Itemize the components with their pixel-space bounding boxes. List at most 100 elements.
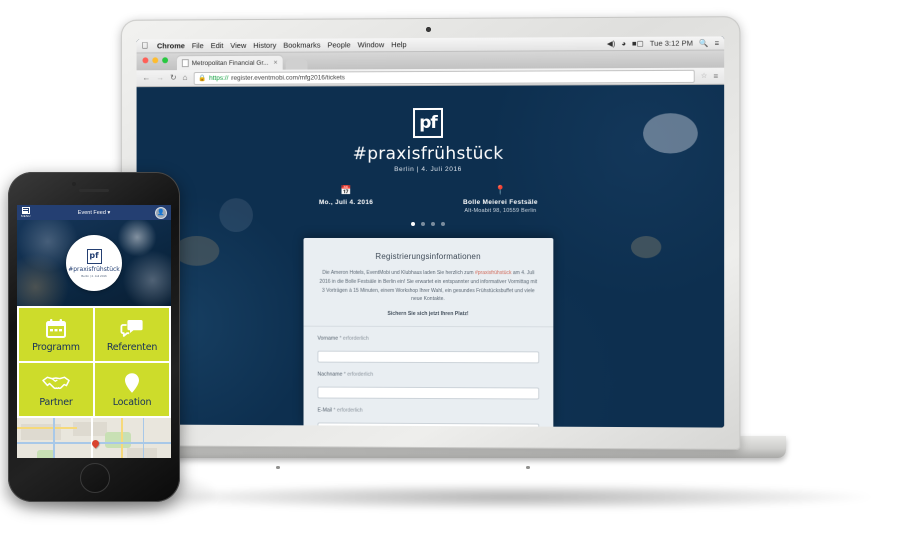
close-window-button[interactable] [142, 57, 149, 64]
carousel-dots[interactable] [137, 221, 725, 227]
reload-icon[interactable]: ↻ [170, 73, 177, 82]
menu-item-help[interactable]: Help [391, 40, 406, 49]
volume-icon[interactable]: ◀) [607, 39, 615, 48]
chevron-down-icon: ▾ [107, 209, 111, 216]
handshake-icon [42, 372, 70, 394]
laptop-lid:  Chrome File Edit View History Bookmark… [120, 16, 741, 450]
back-arrow-icon[interactable]: ← [142, 73, 150, 82]
label-vorname: Vorname * erforderlich [317, 335, 369, 342]
phone-device: MENU Event Feed ▾ 👤 pf #praxisfrühstück … [8, 172, 180, 502]
url-path: register.eventmobi.com/mfg2016/tickets [231, 73, 345, 82]
home-icon[interactable]: ⌂ [183, 73, 188, 82]
registration-card: Registrierungsinformationen Die Ameron H… [303, 237, 554, 428]
app-top-bar: MENU Event Feed ▾ 👤 [17, 205, 171, 220]
maximize-window-button[interactable] [162, 57, 169, 64]
laptop-drop-shadow [150, 484, 870, 510]
search-icon[interactable]: 🔍 [699, 39, 708, 48]
address-bar[interactable]: 🔒 https://register.eventmobi.com/mfg2016… [193, 69, 695, 85]
carousel-dot-3[interactable] [430, 221, 435, 226]
event-meta-row: 📅 Mo., Juli 4. 2016 📍 Bolle Meierei Fest… [137, 184, 725, 215]
menu-item-edit[interactable]: Edit [211, 41, 224, 50]
webcam-icon [426, 26, 431, 33]
minimize-window-button[interactable] [152, 57, 159, 64]
menu-item-file[interactable]: File [192, 41, 204, 50]
calendar-icon: 📅 [340, 185, 352, 196]
event-date-block: 📅 Mo., Juli 4. 2016 [318, 185, 374, 214]
event-hero-section: pf #praxisfrühstück Berlin | 4. Juli 201… [136, 84, 725, 428]
battery-icon[interactable]: ■▢ [632, 39, 644, 48]
list-menu-icon[interactable]: ≡ [715, 38, 719, 47]
menu-item-bookmarks[interactable]: Bookmarks [283, 41, 320, 50]
event-logo-text: pf [419, 112, 437, 133]
required-marker-vorname: * erforderlich [339, 335, 369, 342]
app-badge-logo: pf [86, 248, 102, 264]
menu-item-people[interactable]: People [327, 40, 350, 49]
map-pin-marker-icon [91, 438, 101, 449]
registration-heading: Registrierungsinformationen [375, 251, 481, 262]
vorname-input[interactable] [317, 350, 540, 364]
new-tab-button[interactable] [285, 59, 308, 70]
phone-home-button[interactable] [80, 463, 110, 493]
url-scheme: https:// [209, 74, 229, 82]
event-logo: pf [413, 107, 443, 139]
tab-favicon-icon [181, 59, 189, 68]
wifi-icon[interactable]: ◕ [621, 39, 626, 48]
laptop-brand-chin [121, 424, 741, 449]
app-map-preview[interactable] [17, 418, 171, 458]
decor-prop-4 [630, 236, 662, 259]
intro-text-before: Die Ameron Hotels, EventMobi und Klubhau… [322, 269, 475, 277]
laptop-foot-left [276, 466, 280, 469]
event-venue-block: 📍 Bolle Meierei Festsäle Alt-Moabit 98, … [463, 184, 538, 214]
tile-programm[interactable]: Programm [19, 308, 93, 361]
tile-location[interactable]: Location [95, 363, 169, 416]
browser-tab[interactable]: Metropolitan Financial Gr... × [176, 55, 283, 71]
tile-label-programm: Programm [32, 341, 80, 353]
menu-item-history[interactable]: History [253, 41, 276, 50]
menu-item-chrome[interactable]: Chrome [157, 41, 185, 50]
tile-label-referenten: Referenten [106, 341, 158, 353]
nachname-input[interactable] [317, 386, 540, 400]
label-email: E-Mail * erforderlich [317, 407, 363, 414]
event-date-text: Mo., Juli 4. 2016 [318, 199, 374, 207]
carousel-dot-4[interactable] [440, 221, 445, 226]
event-venue-address: Alt-Moabit 98, 10559 Berlin [464, 207, 537, 214]
required-marker-nachname: * erforderlich [343, 371, 374, 378]
carousel-dot-2[interactable] [421, 222, 426, 227]
field-group-vorname: Vorname * erforderlich [317, 335, 540, 364]
field-group-nachname: Nachname * erforderlich [317, 371, 540, 400]
laptop-device:  Chrome File Edit View History Bookmark… [96, 16, 786, 473]
hamburger-menu-icon[interactable]: ≡ [713, 71, 718, 80]
menu-item-view[interactable]: View [230, 41, 246, 50]
decor-prop-1 [173, 235, 220, 266]
tile-partner[interactable]: Partner [19, 363, 93, 416]
app-tile-grid: Programm Referenten Partner Location [17, 306, 171, 418]
laptop-display:  Chrome File Edit View History Bookmark… [136, 36, 725, 428]
forward-arrow-icon[interactable]: → [156, 73, 164, 82]
tab-close-icon[interactable]: × [273, 59, 277, 66]
screen-content:  Chrome File Edit View History Bookmark… [136, 36, 725, 428]
phone-front-camera-icon [72, 182, 76, 186]
map-pin-icon: 📍 [494, 184, 507, 195]
app-title[interactable]: Event Feed ▾ [17, 210, 171, 216]
registration-intro: Die Ameron Hotels, EventMobi und Klubhau… [317, 269, 539, 304]
registration-divider [303, 325, 554, 328]
tab-title: Metropolitan Financial Gr... [191, 59, 269, 67]
menu-item-window[interactable]: Window [358, 40, 385, 49]
window-traffic-lights [142, 57, 169, 64]
carousel-dot-1[interactable] [411, 222, 416, 227]
intro-hashtag-link[interactable]: #praxisfrühstück [475, 270, 512, 276]
tile-referenten[interactable]: Referenten [95, 308, 169, 361]
app-event-badge: pf #praxisfrühstück Berlin | 4. Juli 201… [66, 235, 122, 291]
registration-cta-text: Sichern Sie sich jetzt Ihren Platz! [387, 310, 469, 318]
app-badge-title: #praxisfrühstück [68, 265, 120, 273]
menubar-clock[interactable]: Tue 3:12 PM [650, 39, 693, 48]
phone-screen: MENU Event Feed ▾ 👤 pf #praxisfrühstück … [17, 205, 171, 458]
tile-label-location: Location [112, 396, 152, 408]
field-group-email: E-Mail * erforderlich [317, 407, 540, 428]
browser-tab-strip: Metropolitan Financial Gr... × [136, 50, 725, 71]
star-icon[interactable]: ☆ [701, 72, 707, 80]
event-subtitle: Berlin | 4. Juli 2016 [394, 165, 462, 174]
label-nachname: Nachname * erforderlich [317, 371, 374, 378]
apple-icon[interactable]:  [141, 40, 148, 50]
app-hero-banner: pf #praxisfrühstück Berlin | 4. Juli 201… [17, 220, 171, 306]
